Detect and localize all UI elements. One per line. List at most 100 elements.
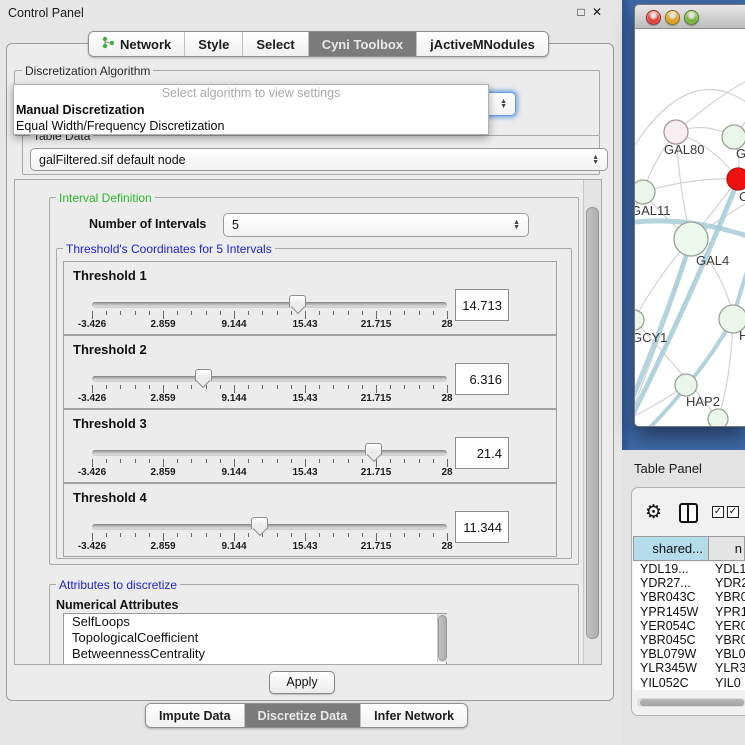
threshold-value-field[interactable]: 14.713 bbox=[455, 289, 509, 321]
bottom-tab-discretize-data[interactable]: Discretize Data bbox=[245, 704, 362, 727]
settings-panel-scrollbar-thumb[interactable] bbox=[586, 207, 599, 639]
table-data-combobox[interactable]: galFiltered.sif default node ▲▼ bbox=[30, 148, 608, 171]
network-window-titlebar[interactable] bbox=[635, 5, 745, 29]
table-horizontal-scrollbar[interactable] bbox=[637, 698, 745, 707]
gear-icon[interactable]: ⚙ bbox=[645, 503, 662, 522]
checkbox-icon-2[interactable]: ✓ bbox=[727, 506, 739, 518]
bottom-tab-label: Discretize Data bbox=[258, 709, 348, 723]
cell-shared-name: YLR345W bbox=[640, 661, 697, 675]
network-node-gal11[interactable] bbox=[635, 180, 655, 204]
dropdown-option-manual-discretization[interactable]: Manual Discretization bbox=[14, 102, 488, 118]
network-node-gcy1[interactable] bbox=[635, 310, 644, 330]
slider-track[interactable] bbox=[92, 302, 447, 308]
slider-tick bbox=[262, 311, 263, 315]
bottom-tab-infer-network[interactable]: Infer Network bbox=[361, 704, 467, 727]
dropdown-option-equal-width-frequency-discretization[interactable]: Equal Width/Frequency Discretization bbox=[14, 118, 488, 134]
slider-tick bbox=[191, 311, 192, 315]
network-node[interactable] bbox=[708, 409, 728, 426]
slider-thumb[interactable] bbox=[195, 369, 212, 381]
threshold-value-field[interactable]: 21.4 bbox=[455, 437, 509, 469]
slider-tick bbox=[149, 533, 150, 537]
close-icon[interactable]: ✕ bbox=[590, 5, 604, 19]
tab-label: jActiveMNodules bbox=[430, 37, 535, 52]
network-canvas[interactable]: GAL80GACGAL11GAL4GCY1HHAP2 bbox=[635, 29, 745, 426]
slider-tick bbox=[106, 311, 107, 315]
cell-shared-name: YDR27... bbox=[640, 576, 691, 590]
slider-tick bbox=[390, 533, 391, 537]
table-rows[interactable]: YDL19...YDL1YDR27...YDR2YBR043CYBR0YPR14… bbox=[633, 562, 745, 690]
table-row[interactable]: YLR345W YLR3 bbox=[633, 661, 745, 675]
threshold-value-field[interactable]: 11.344 bbox=[455, 511, 509, 543]
slider-track[interactable] bbox=[92, 450, 447, 456]
tab-network[interactable]: Network bbox=[89, 32, 185, 56]
settings-scroll-panel: Interval Definition Number of Intervals … bbox=[14, 179, 602, 665]
close-traffic-light[interactable] bbox=[646, 10, 661, 25]
tab-style[interactable]: Style bbox=[185, 32, 243, 56]
slider-thumb[interactable] bbox=[289, 295, 306, 307]
table-row[interactable]: YDL19...YDL1 bbox=[633, 562, 745, 576]
slider-tick bbox=[92, 385, 93, 393]
tab-label: Cyni Toolbox bbox=[322, 37, 403, 52]
number-of-intervals-combobox[interactable]: 5 ▲▼ bbox=[223, 213, 529, 237]
slider-track[interactable] bbox=[92, 376, 447, 382]
slider-tick-label: 28 bbox=[441, 467, 452, 478]
slider-tick bbox=[120, 385, 121, 389]
slider-tick bbox=[291, 533, 292, 537]
table-row[interactable]: YBR043CYBR0 bbox=[633, 590, 745, 604]
attributes-group-label: Attributes to discretize bbox=[56, 578, 180, 592]
bottom-tab-impute-data[interactable]: Impute Data bbox=[146, 704, 245, 727]
slider-tick bbox=[135, 311, 136, 315]
threshold-panel-2: Threshold 2-3.4262.8599.14415.4321.71528… bbox=[63, 335, 557, 409]
slider-tick bbox=[376, 459, 377, 467]
combo-arrows-icon: ▲▼ bbox=[592, 155, 599, 165]
slider-track[interactable] bbox=[92, 524, 447, 530]
slider-tick bbox=[262, 459, 263, 463]
numerical-attributes-list[interactable]: SelfLoopsTopologicalCoefficientBetweenne… bbox=[63, 613, 447, 665]
tab-cyni-toolbox[interactable]: Cyni Toolbox bbox=[309, 32, 417, 56]
column-header-name[interactable]: n bbox=[709, 536, 745, 561]
table-row[interactable]: YBL079WYBL0 bbox=[633, 647, 745, 661]
tab-select[interactable]: Select bbox=[243, 32, 308, 56]
attribute-list-item[interactable]: SelfLoops bbox=[64, 614, 446, 630]
slider-tick bbox=[419, 459, 420, 463]
cell-shared-name: YBR043C bbox=[640, 590, 696, 604]
network-node-gal4[interactable] bbox=[674, 222, 708, 256]
attributes-list-scrollbar[interactable] bbox=[437, 614, 447, 662]
table-row[interactable]: YIL052CYIL0 bbox=[633, 676, 745, 690]
table-row[interactable]: YBR045CYBR0 bbox=[633, 633, 745, 647]
attribute-list-item[interactable]: TopologicalCoefficient bbox=[64, 630, 446, 646]
apply-button[interactable]: Apply bbox=[269, 671, 335, 694]
slider-tick bbox=[433, 533, 434, 537]
slider-tick bbox=[248, 533, 249, 537]
slider-tick bbox=[177, 533, 178, 537]
checkbox-icon-1[interactable]: ✓ bbox=[712, 506, 724, 518]
network-node-hap2[interactable] bbox=[675, 374, 697, 396]
slider-tick bbox=[191, 385, 192, 389]
settings-panel-scrollbar[interactable] bbox=[583, 180, 601, 664]
table-row[interactable]: YPR145WYPR1 bbox=[633, 605, 745, 619]
cell-name: YLR3 bbox=[715, 661, 745, 675]
slider-tick-label: -3.426 bbox=[78, 467, 106, 478]
network-node-c[interactable] bbox=[727, 168, 745, 190]
attribute-list-item[interactable]: BetweennessCentrality bbox=[64, 646, 446, 662]
slider-tick bbox=[106, 533, 107, 537]
slider-thumb[interactable] bbox=[251, 517, 268, 529]
column-header-shared-name[interactable]: shared... bbox=[633, 536, 709, 561]
slider-tick bbox=[120, 311, 121, 315]
slider-tick bbox=[362, 385, 363, 389]
slider-tick bbox=[163, 533, 164, 541]
table-row[interactable]: YDR27...YDR2 bbox=[633, 576, 745, 590]
dropdown-placeholder-item[interactable]: Select algorithm to view settings bbox=[14, 85, 488, 102]
tab-jactivemnodules[interactable]: jActiveMNodules bbox=[417, 32, 548, 56]
slider-tick bbox=[376, 311, 377, 319]
threshold-value-field[interactable]: 6.316 bbox=[455, 363, 509, 395]
slider-tick-label: 15.43 bbox=[292, 319, 317, 330]
zoom-traffic-light[interactable] bbox=[684, 10, 699, 25]
network-node-gal80[interactable] bbox=[664, 120, 688, 144]
columns-icon[interactable] bbox=[679, 503, 698, 523]
table-row[interactable]: YER054CYER0 bbox=[633, 619, 745, 633]
float-window-icon[interactable]: □ bbox=[574, 5, 588, 19]
minimize-traffic-light[interactable] bbox=[665, 10, 680, 25]
slider-thumb[interactable] bbox=[365, 443, 382, 455]
slider-tick bbox=[234, 459, 235, 467]
